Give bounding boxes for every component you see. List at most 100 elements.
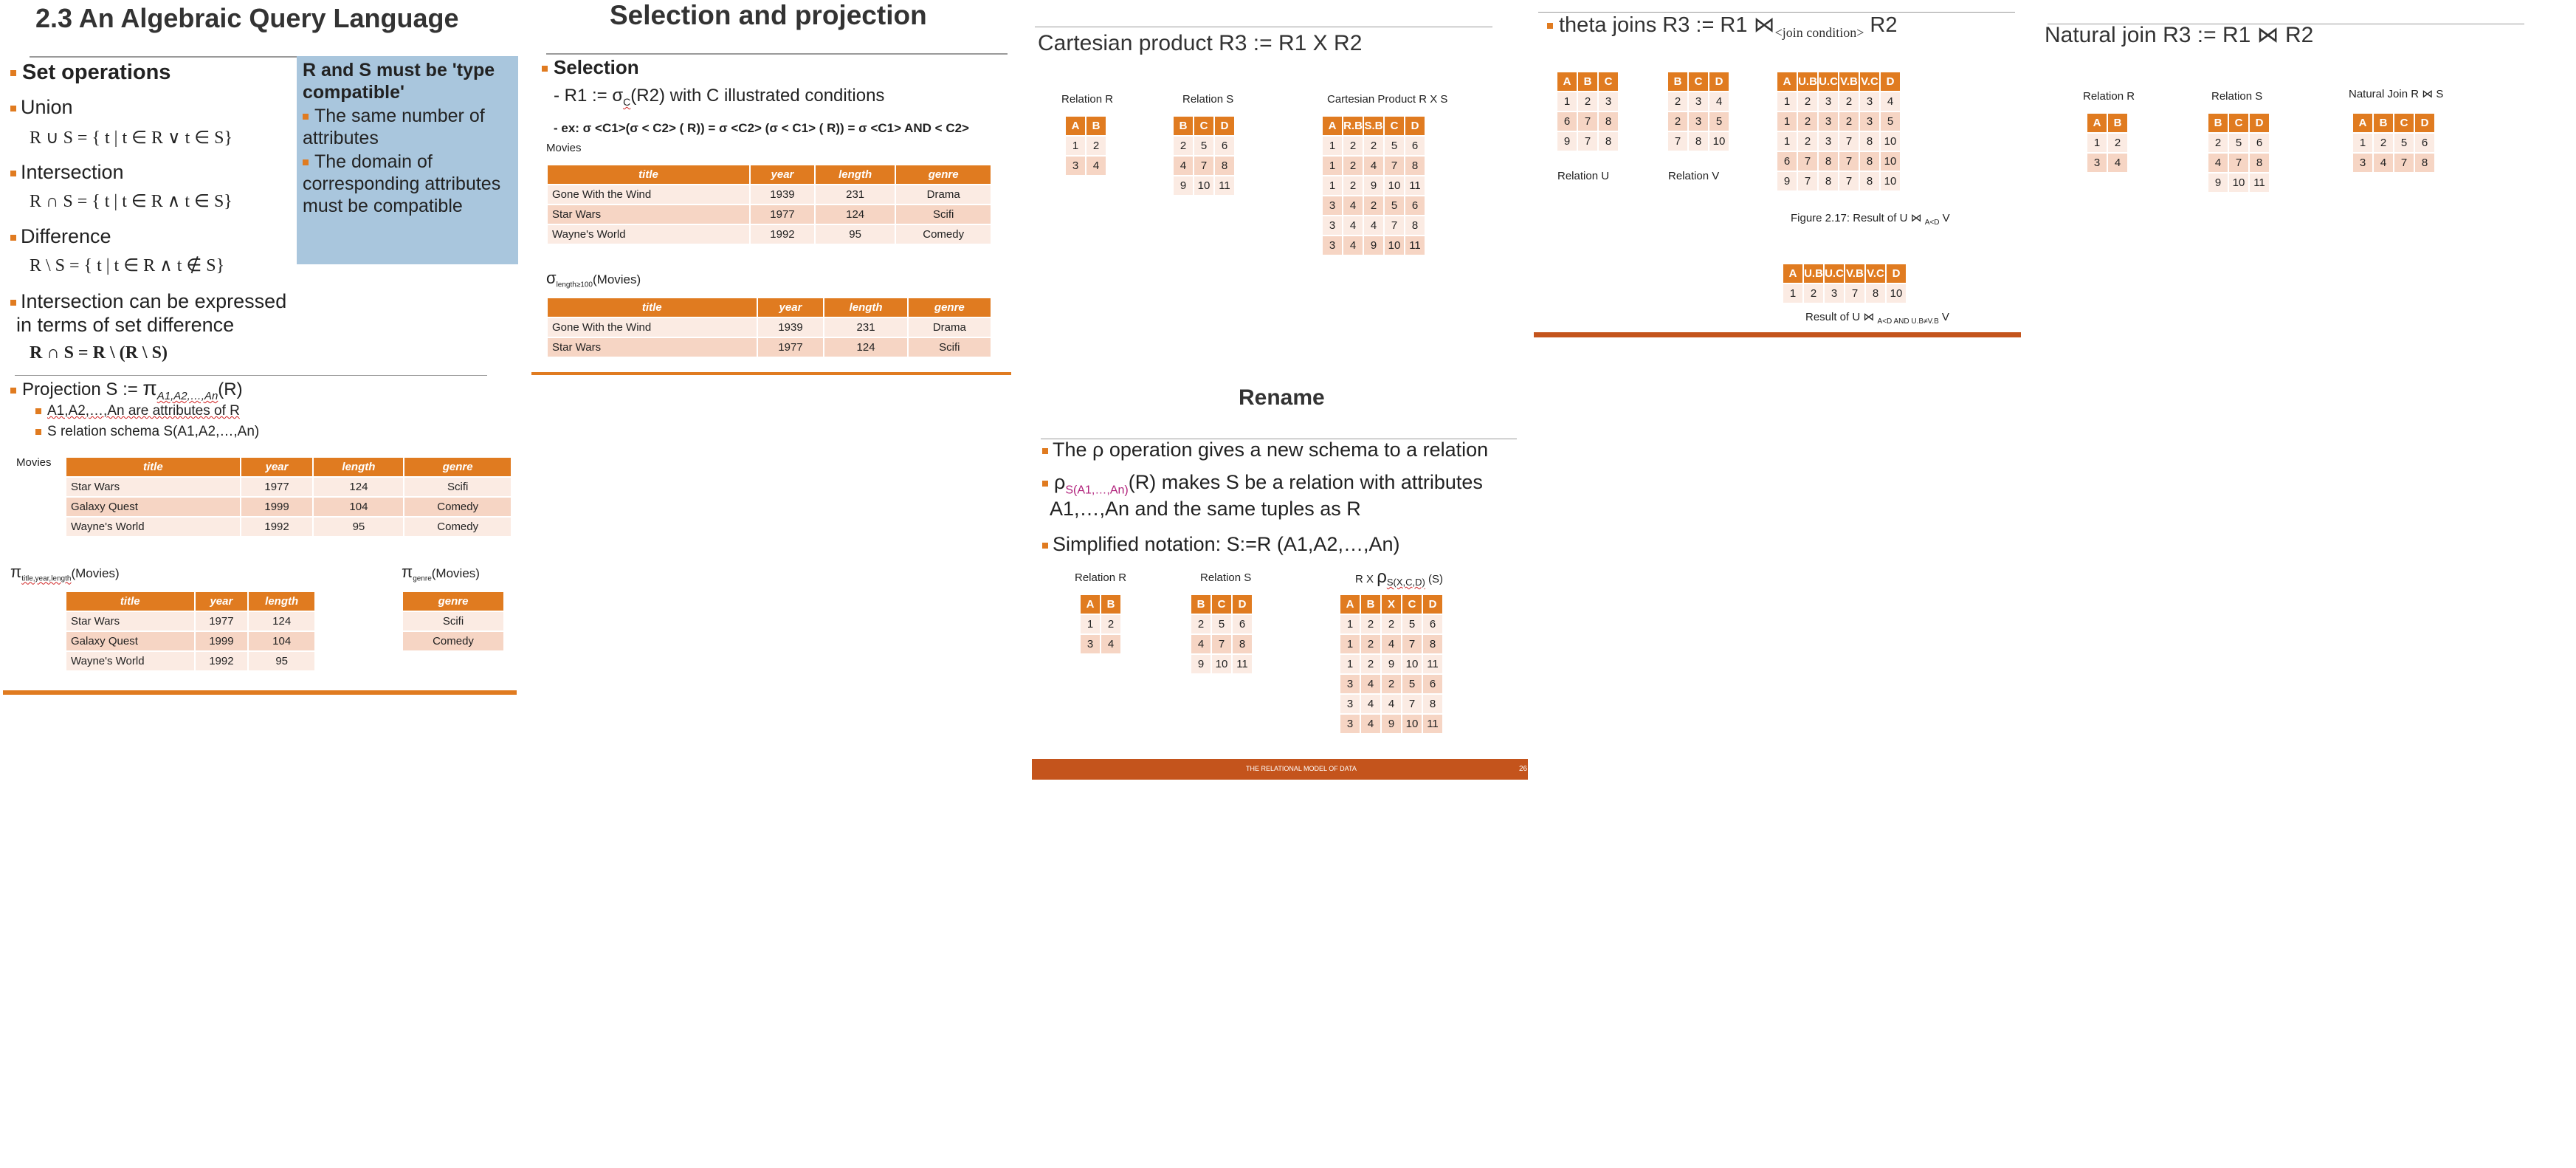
column-header: A [1782,263,1804,284]
table-cell: 2 [1380,673,1402,695]
column-header: V.C [1859,71,1881,92]
table-header-row: BCD [1667,71,1730,92]
rename-bullet-1: The ρ operation gives a new schema to a … [1042,439,1488,461]
table-cell: 10 [2228,172,2250,193]
table-row: 12 [2086,132,2129,154]
table-cell: 4 [1100,633,1122,655]
table-cell: 95 [312,516,405,537]
box-item-2: The domain of corresponding attributes m… [303,151,509,217]
table-cell: 3 [1597,91,1619,112]
column-header: B [1085,115,1107,137]
table-row: 123235 [1776,111,1901,132]
table-cell: 5 [1383,195,1405,216]
table-cell: 1 [1782,283,1804,304]
table-cell: 3 [1321,195,1343,216]
table-header-row: BCD [1190,594,1253,615]
slide2-title-rule [546,53,1008,55]
rename-bullet-2: ρS(A1,…,An)(R) makes S be a relation wit… [1042,471,1483,497]
column-header: S.B [1363,115,1385,137]
table-cell: 2 [1363,135,1385,157]
table-cell: 7 [1193,155,1215,176]
table-row: 1 2 9 10 11 [1339,653,1444,675]
column-header: A [1321,115,1343,137]
table-cell: 5 [1401,673,1423,695]
table-row: 9 10 11 [2207,172,2270,193]
column-header: B [2207,112,2229,134]
table-cell: Scifi [403,476,512,498]
table-header-row: title year length genre [65,456,512,478]
table-cell: 9 [2207,172,2229,193]
column-header: A [1079,594,1101,615]
table-cell: 104 [312,496,405,518]
table-cell: 3 [1817,111,1839,132]
table-cell: 2 [1797,91,1819,112]
selection-example: - ex: σ <C1>(σ < C2> ( R)) = σ <C2> (σ <… [554,121,969,135]
intersect-expr-line1: Intersection can be expressed [10,290,286,313]
column-header: B [1190,594,1212,615]
relation-v-table: B C D 2 3 4 2 3 5 7 8 10 [1667,71,1730,152]
table-cell: 11 [1404,175,1426,196]
table-cell: 1 [1339,653,1361,675]
column-header: title [546,297,758,318]
table-row: 1 2 3 7 8 10 [1776,131,1901,152]
projection-sub2: S relation schema S(A1,A2,…,An) [35,424,259,440]
table-cell: 7 [1383,155,1405,176]
table-row: 9 10 11 [1172,175,1236,196]
movies-table: title year length genre Star Wars 1977 124 Scif… [65,456,512,537]
table-cell: 2 [1363,195,1385,216]
s5-relS-label: Relation S [2211,90,2263,103]
s6-relation-s-table: B C D 2 5 6 4 7 8 9 10 11 [1190,594,1253,675]
table-cell: 8 [1404,215,1426,236]
s3-relation-s-table: B C D 2 5 6 4 7 8 9 10 11 [1172,115,1236,196]
table-header-row: A R.B S.B C D [1321,115,1426,137]
table-cell: 2 [1342,135,1364,157]
selection-definition: - R1 := σC(R2) with C illustrated condit… [554,86,885,108]
column-header: genre [906,297,993,318]
table-cell: 7 [1401,633,1423,655]
column-header: D [1231,594,1253,615]
table-cell: 4 [1363,215,1385,236]
table-cell: Star Wars [65,476,241,498]
table-cell: 3 [1079,633,1101,655]
table-cell: 4 [1360,713,1382,735]
table-cell: 11 [1422,653,1444,675]
table-cell: 3 [1823,283,1845,304]
column-header: length [813,164,897,185]
table-row: 1 2 9 10 11 [1321,175,1426,196]
table-cell: 104 [247,631,316,652]
table-header-row: A U.B U.C V.B V.C D [1782,263,1907,284]
footer-text: THE RELATIONAL MODEL OF DATA [1246,765,1357,772]
table-cell: 2 [2207,132,2229,154]
selection-result-label: σlength≥100(Movies) [546,269,641,289]
relation-u-table: ABC123678978 [1556,71,1619,152]
table-cell: 2 [1342,155,1364,176]
s2-movies-label: Movies [546,142,582,154]
column-header: B [1577,71,1599,92]
table-cell: 231 [823,317,909,338]
table-cell: 1999 [239,496,314,518]
table-cell: 7 [1667,131,1689,152]
table-header-row: AB [1079,594,1122,615]
table-cell: 8 [1597,131,1619,152]
table-cell: Wayne's World [545,224,751,245]
table-row: 1256 [2352,132,2436,154]
table-cell: 1 [1079,614,1101,635]
table-cell: Wayne's World [65,516,241,537]
table-cell: Drama [895,184,992,205]
column-header: X [1380,594,1402,615]
difference-formula: R \ S = { t | t ∈ R ∧ t ∉ S} [30,256,225,275]
table-cell: Gone With the Wind [546,317,758,338]
table-cell: 5 [1193,135,1215,157]
table-row: 978 [1556,131,1619,152]
slide1-divider [15,375,487,376]
table-row: 3 4 9 10 11 [1321,235,1426,256]
table-cell: 4 [2207,152,2229,174]
table-header-row: BCD [1172,115,1236,137]
table-row: 34 [2086,152,2129,174]
slide2-title: Selection and projection [610,0,927,30]
relV-label: Relation V [1668,170,1720,182]
table-row: 34 [1079,633,1122,655]
table-header-row: AB [1064,115,1107,137]
intersect-expr-line2: in terms of set difference [16,314,235,336]
column-header: B [1100,594,1122,615]
